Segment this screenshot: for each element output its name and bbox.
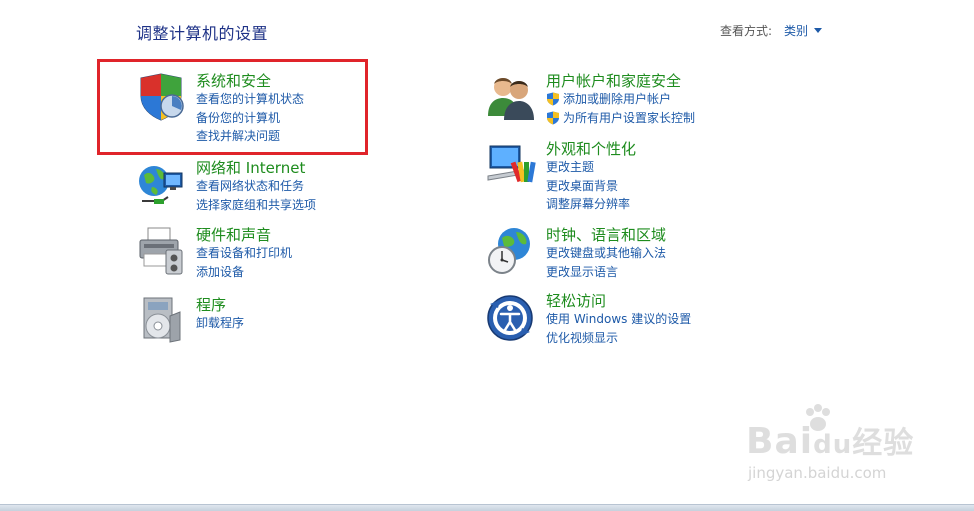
link-windows-recommended[interactable]: 使用 Windows 建议的设置 xyxy=(546,310,786,329)
red-highlight-box xyxy=(97,59,368,155)
watermark-brand: Baidu经验 xyxy=(746,418,914,462)
printer-icon xyxy=(139,227,183,275)
network-globe-icon xyxy=(139,166,183,204)
link-label: 添加或删除用户帐户 xyxy=(563,92,672,106)
link-change-background[interactable]: 更改桌面背景 xyxy=(546,177,786,196)
page-title: 调整计算机的设置 xyxy=(136,24,269,43)
ease-of-access-icon xyxy=(487,295,533,341)
category-title-hardware[interactable]: 硬件和声音 xyxy=(196,226,436,244)
programs-icon xyxy=(143,297,181,343)
view-by-dropdown[interactable]: 类别 xyxy=(784,22,823,39)
view-by-label: 查看方式: xyxy=(720,24,773,38)
link-change-display-language[interactable]: 更改显示语言 xyxy=(546,263,786,282)
link-change-keyboard[interactable]: 更改键盘或其他输入法 xyxy=(546,244,786,263)
clock-globe-icon xyxy=(488,228,530,274)
link-devices-printers[interactable]: 查看设备和打印机 xyxy=(196,244,436,263)
chevron-down-icon xyxy=(814,28,823,33)
category-title-ease-of-access[interactable]: 轻松访问 xyxy=(546,292,786,310)
link-label: 为所有用户设置家长控制 xyxy=(563,110,696,125)
category-title-clock-language[interactable]: 时钟、语言和区域 xyxy=(546,226,786,244)
watermark-du-mark: du xyxy=(813,430,853,460)
category-title-appearance[interactable]: 外观和个性化 xyxy=(546,140,786,158)
link-view-network-status[interactable]: 查看网络状态和任务 xyxy=(196,177,436,196)
bottom-status-bar xyxy=(0,504,974,511)
uac-shield-icon xyxy=(547,111,559,125)
view-by-value: 类别 xyxy=(784,24,809,38)
category-title-user-accounts[interactable]: 用户帐户和家庭安全 xyxy=(546,72,786,90)
watermark-url: jingyan.baidu.com xyxy=(748,464,887,482)
watermark-brand-cn: 经验 xyxy=(852,426,915,461)
link-add-remove-accounts[interactable]: 添加或删除用户帐户 xyxy=(546,90,786,109)
category-title-programs[interactable]: 程序 xyxy=(196,296,436,314)
link-optimize-video[interactable]: 优化视频显示 xyxy=(546,329,786,348)
view-by: 查看方式: 类别 xyxy=(720,22,823,39)
link-uninstall-program[interactable]: 卸载程序 xyxy=(196,314,436,333)
watermark-brand-latin: Bai xyxy=(746,421,814,462)
link-homegroup-sharing[interactable]: 选择家庭组和共享选项 xyxy=(196,196,436,215)
link-parental-controls[interactable]: 为所有用户设置家长控制 xyxy=(546,109,786,128)
link-change-theme[interactable]: 更改主题 xyxy=(546,158,786,177)
category-title-network[interactable]: 网络和 Internet xyxy=(196,159,436,177)
baidu-jingyan-watermark: Baidu经验 jingyan.baidu.com xyxy=(740,400,930,495)
uac-shield-icon xyxy=(547,92,559,106)
monitor-palette-icon xyxy=(487,145,536,183)
link-adjust-resolution[interactable]: 调整屏幕分辨率 xyxy=(546,195,786,214)
users-icon xyxy=(488,78,534,120)
link-add-device[interactable]: 添加设备 xyxy=(196,263,436,282)
